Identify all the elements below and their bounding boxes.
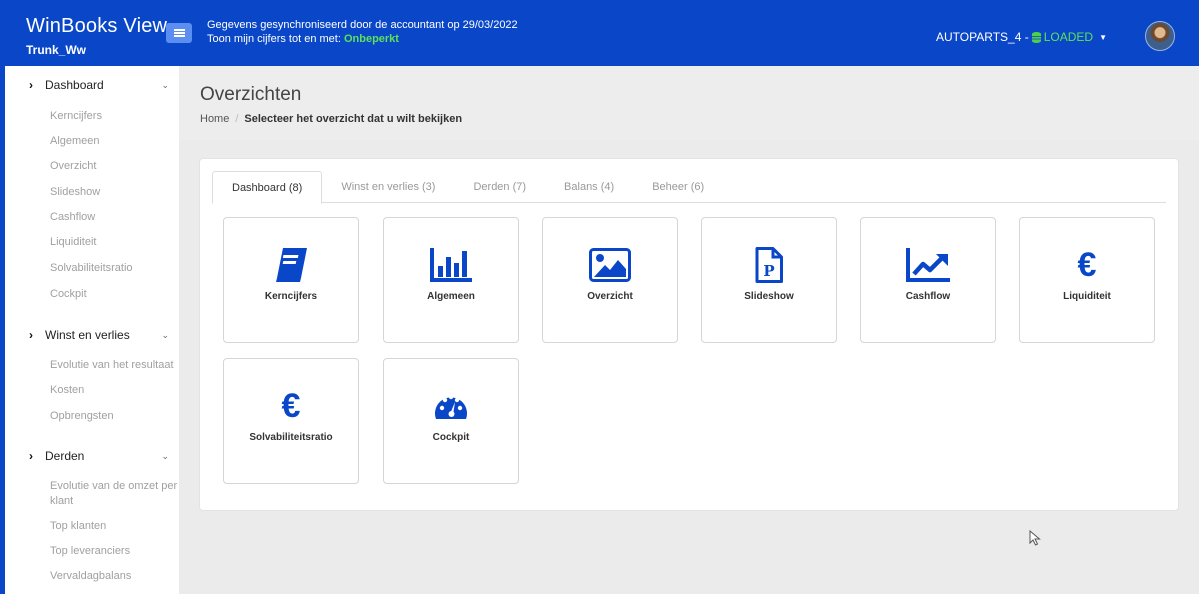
sidebar-item-cashflow[interactable]: Cashflow [50, 210, 180, 225]
sidebar-section-winst-en-verlies[interactable]: › Winst en verlies ⌄ [29, 328, 169, 342]
tile-overzicht[interactable]: Overzicht [542, 217, 678, 343]
menu-toggle-button[interactable] [166, 23, 192, 43]
tile-algemeen[interactable]: Algemeen [383, 217, 519, 343]
sync-limit-value[interactable]: Onbeperkt [344, 33, 399, 45]
brand[interactable]: WinBooks View Trunk_Ww [26, 15, 167, 57]
sidebar-section-label: Dashboard [45, 78, 104, 92]
sync-limit-text: Toon mijn cijfers tot en met: Onbeperkt [207, 32, 518, 46]
top-header: WinBooks View Trunk_Ww Gegevens gesynchr… [0, 0, 1199, 66]
sidebar-item-evolutie-omzet[interactable]: Evolutie van de omzet per klant [50, 479, 180, 509]
sidebar-section-label: Derden [45, 449, 85, 463]
caret-down-icon: ▼ [1099, 32, 1107, 42]
sidebar-item-liquiditeit[interactable]: Liquiditeit [50, 235, 180, 250]
chevron-down-icon: ⌄ [161, 79, 169, 90]
sidebar-item-slideshow[interactable]: Slideshow [50, 185, 180, 200]
presentation-file-icon: P [755, 246, 783, 284]
sidebar-item-solvabiliteitsratio[interactable]: Solvabiliteitsratio [50, 261, 180, 276]
image-icon [589, 246, 631, 284]
svg-text:P: P [763, 262, 774, 280]
breadcrumb-current: Selecteer het overzicht dat u wilt bekij… [244, 113, 463, 125]
company-name: AUTOPARTS_4 - [936, 30, 1029, 44]
bar-chart-icon [430, 246, 472, 284]
tile-label: Kerncijfers [264, 291, 318, 302]
sidebar-item-kerncijfers[interactable]: Kerncijfers [50, 109, 180, 124]
sidebar-item-overzicht[interactable]: Overzicht [50, 159, 180, 174]
tile-solvabiliteitsratio[interactable]: € Solvabiliteitsratio [223, 358, 359, 484]
sync-info: Gegevens gesynchroniseerd door de accoun… [207, 18, 518, 46]
app-title: WinBooks View [26, 15, 168, 37]
tile-label: Slideshow [744, 291, 794, 302]
tile-label: Cockpit [432, 432, 470, 443]
gauge-icon [432, 387, 470, 425]
sidebar-item-top-leveranciers[interactable]: Top leveranciers [50, 544, 180, 559]
tile-slideshow[interactable]: P Slideshow [701, 217, 837, 343]
breadcrumb-home[interactable]: Home [200, 113, 229, 125]
tile-label: Solvabiliteitsratio [249, 432, 333, 443]
chevron-down-icon: ⌄ [161, 450, 169, 461]
page-title: Overzichten [200, 84, 302, 105]
sidebar-item-algemeen[interactable]: Algemeen [50, 134, 180, 149]
breadcrumb-separator: / [235, 113, 239, 125]
tile-label: Overzicht [587, 291, 633, 302]
sidebar-item-vervaldagbalans[interactable]: Vervaldagbalans [50, 569, 180, 584]
euro-icon: € [281, 387, 301, 425]
sidebar: › Dashboard ⌄ Kerncijfers Algemeen Overz… [0, 66, 179, 594]
chevron-right-icon: › [29, 78, 33, 92]
company-dropdown[interactable]: AUTOPARTS_4 - LOADED ▼ [936, 30, 1107, 44]
sidebar-item-opbrengsten[interactable]: Opbrengsten [50, 409, 180, 424]
app-subtitle: Trunk_Ww [26, 43, 87, 57]
tile-cashflow[interactable]: Cashflow [860, 217, 996, 343]
chevron-right-icon: › [29, 328, 33, 342]
sidebar-section-label: Winst en verlies [45, 328, 130, 342]
tile-liquiditeit[interactable]: € Liquiditeit [1019, 217, 1155, 343]
sidebar-item-evolutie-resultaat[interactable]: Evolutie van het resultaat [50, 358, 180, 373]
sync-limit-prefix: Toon mijn cijfers tot en met: [207, 33, 344, 45]
tile-label: Algemeen [427, 291, 475, 302]
user-avatar[interactable] [1145, 21, 1175, 51]
mouse-cursor-icon [1029, 530, 1041, 546]
hamburger-icon [173, 29, 185, 37]
tile-label: Liquiditeit [1063, 291, 1111, 302]
sidebar-item-top-klanten[interactable]: Top klanten [50, 519, 180, 534]
tab-beheer[interactable]: Beheer (6) [633, 171, 723, 203]
chevron-down-icon: ⌄ [161, 329, 169, 340]
breadcrumb: Home / Selecteer het overzicht dat u wilt … [200, 113, 462, 125]
sidebar-section-derden[interactable]: › Derden ⌄ [29, 449, 169, 463]
tile-kerncijfers[interactable]: Kerncijfers [223, 217, 359, 343]
tab-dashboard[interactable]: Dashboard (8) [212, 171, 323, 204]
sidebar-item-kosten[interactable]: Kosten [50, 383, 180, 398]
tile-label: Cashflow [905, 291, 951, 302]
tab-balans[interactable]: Balans (4) [545, 171, 633, 203]
chevron-right-icon: › [29, 449, 33, 463]
sidebar-section-dashboard[interactable]: › Dashboard ⌄ [29, 78, 169, 92]
sync-date-text: Gegevens gesynchroniseerd door de accoun… [207, 19, 518, 31]
database-icon [1031, 31, 1041, 43]
line-chart-icon [906, 246, 950, 284]
tile-cockpit[interactable]: Cockpit [383, 358, 519, 484]
book-icon [274, 246, 308, 284]
euro-icon: € [1077, 246, 1097, 284]
load-status: LOADED [1043, 30, 1094, 44]
tab-winst-en-verlies[interactable]: Winst en verlies (3) [322, 171, 454, 203]
sidebar-item-cockpit[interactable]: Cockpit [50, 287, 180, 302]
overview-tabs: Dashboard (8) Winst en verlies (3) Derde… [212, 171, 1166, 204]
tab-derden[interactable]: Derden (7) [454, 171, 545, 203]
